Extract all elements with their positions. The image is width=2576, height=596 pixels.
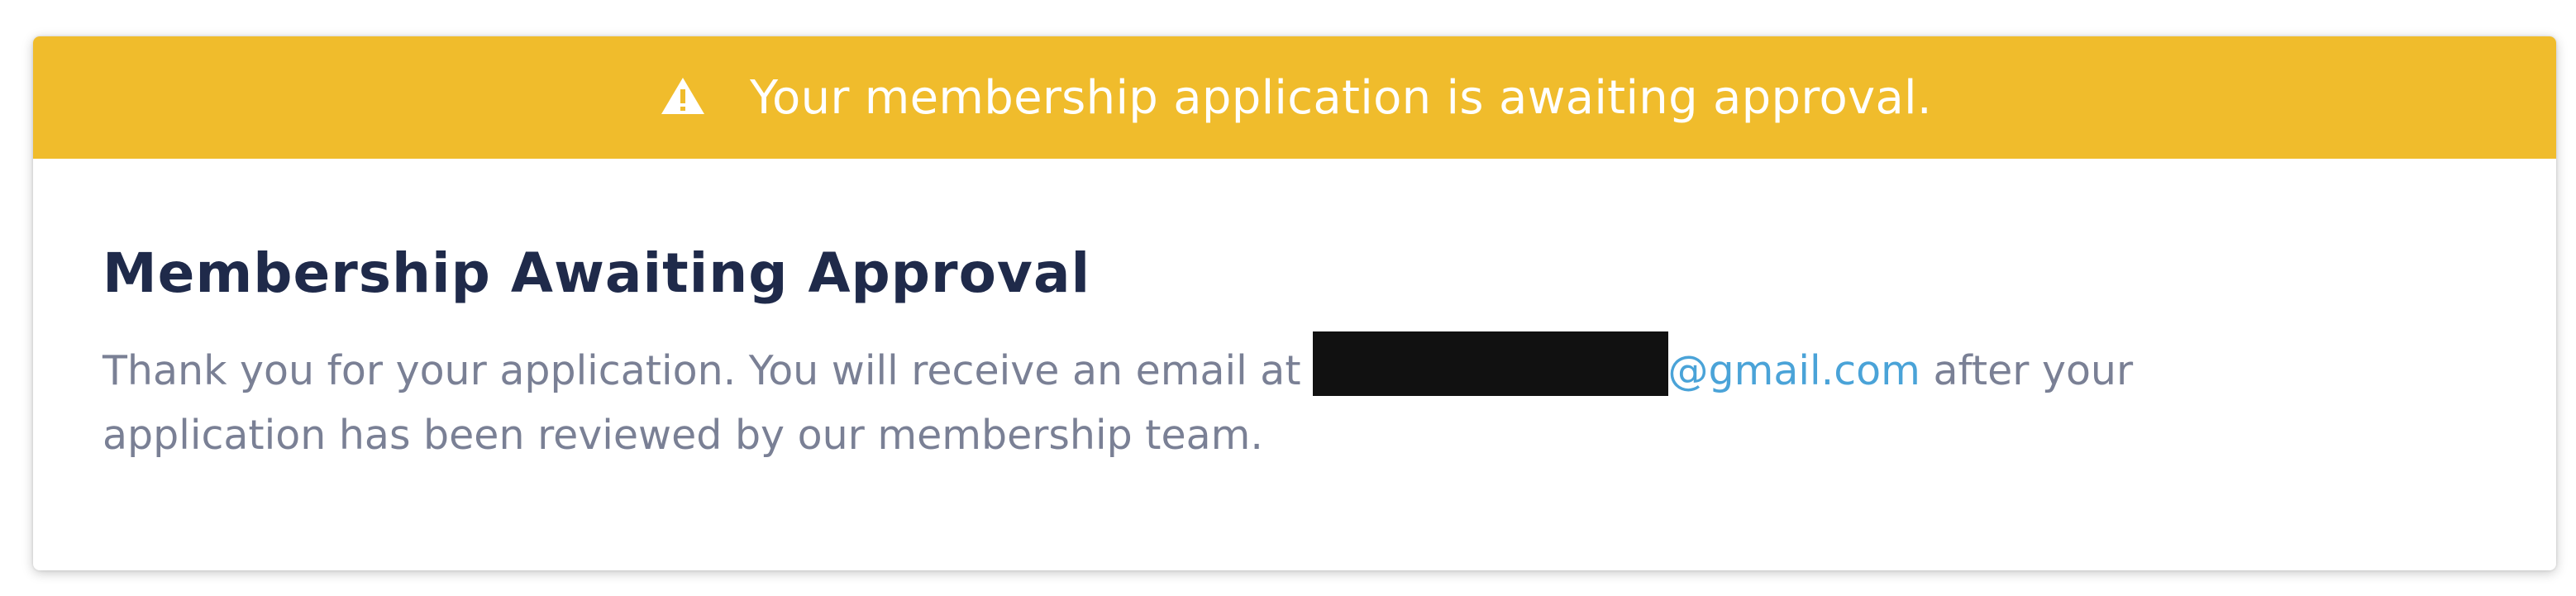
warning-triangle-icon <box>657 75 708 117</box>
pending-approval-banner: Your membership application is awaiting … <box>33 36 2556 159</box>
body-text-before: Thank you for your application. You will… <box>103 347 1301 394</box>
notice-content: Membership Awaiting Approval Thank you f… <box>33 241 2556 468</box>
redacted-email-block <box>1312 331 1668 396</box>
page-title: Membership Awaiting Approval <box>103 241 1091 305</box>
banner-message: Your membership application is awaiting … <box>749 70 1933 125</box>
membership-status-card: Your membership application is awaiting … <box>33 36 2556 570</box>
email-domain-link[interactable]: @gmail.com <box>1668 347 1920 394</box>
page: Your membership application is awaiting … <box>0 0 2576 596</box>
notice-body: Thank you for your application. You will… <box>103 331 2335 468</box>
